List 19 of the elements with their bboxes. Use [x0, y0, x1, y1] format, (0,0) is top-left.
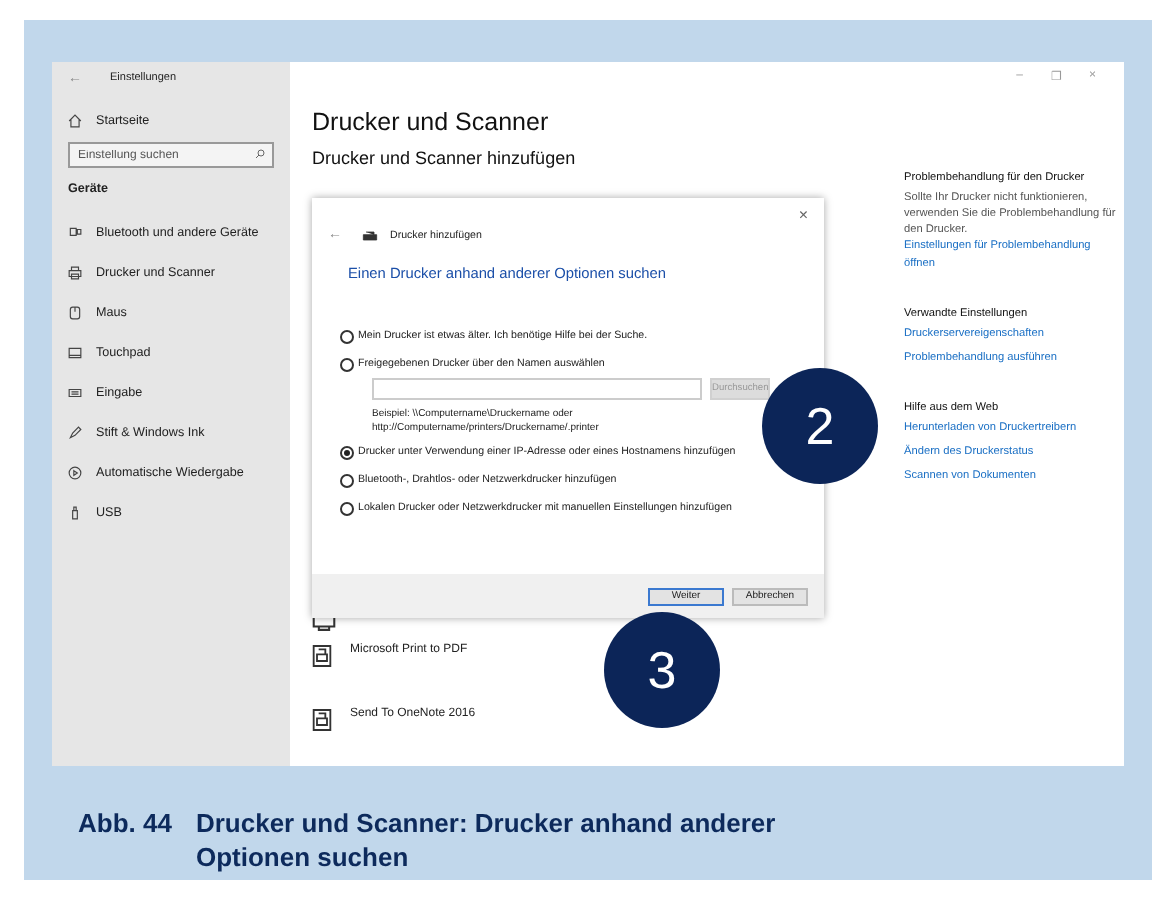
mouse-icon: [68, 305, 82, 319]
printer-icon: [312, 644, 332, 668]
printer-icon: [68, 265, 82, 279]
touchpad-icon: [68, 345, 82, 359]
printer-icon: [312, 708, 332, 732]
printer-name-field[interactable]: [372, 378, 702, 400]
figure-caption: Drucker und Scanner: Drucker anhand anderer Optionen suchen: [195, 808, 778, 876]
usb-icon: [68, 505, 82, 519]
close-button[interactable]: ×: [798, 206, 808, 224]
page-subtitle: Drucker und Scanner hinzufügen: [312, 148, 578, 168]
figure-number: Abb. 44: [78, 808, 172, 842]
page-title: Drucker und Scanner: [312, 108, 551, 136]
search-icon: [254, 148, 266, 160]
step-badge: 3: [604, 612, 720, 728]
pen-icon: [68, 425, 82, 439]
keyboard-icon: [68, 385, 82, 399]
printer-icon: [362, 229, 378, 241]
home-icon: [68, 113, 82, 127]
devices-icon: [68, 225, 82, 239]
